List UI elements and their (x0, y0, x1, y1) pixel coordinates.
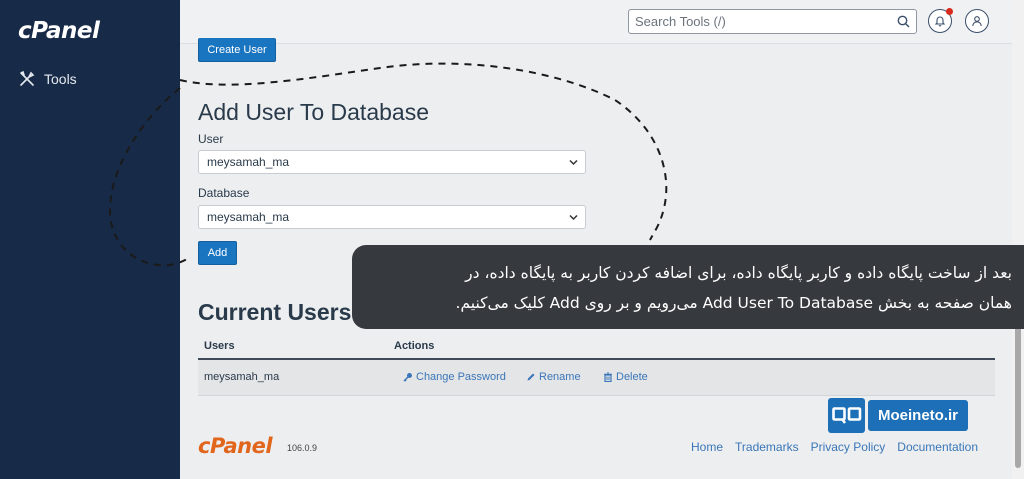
version-text: 106.0.9 (287, 443, 318, 453)
delete-label: Delete (616, 371, 648, 383)
database-label: Database (198, 186, 250, 200)
user-select-value: meysamah_ma (207, 155, 290, 169)
moeineto-watermark: Moeineto.ir (828, 398, 969, 433)
database-select-value: meysamah_ma (207, 210, 290, 224)
notification-dot (946, 8, 953, 15)
footer-cpanel-logo: cPanel (198, 434, 273, 458)
pencil-icon (527, 373, 535, 381)
bell-icon (934, 16, 946, 27)
user-cell: meysamah_ma (204, 371, 280, 383)
tools-icon (20, 70, 35, 86)
search-input[interactable] (629, 10, 879, 33)
add-button[interactable]: Add (198, 241, 237, 265)
change-password-link[interactable]: Change Password (403, 371, 506, 383)
caption-line-2: همان صفحه به بخش Add User To Database می… (455, 294, 1012, 312)
chevron-down-icon (569, 159, 578, 166)
key-icon (403, 373, 412, 382)
user-select[interactable]: meysamah_ma (198, 150, 586, 174)
user-menu-button[interactable] (965, 9, 989, 33)
rename-link[interactable]: Rename (526, 371, 581, 383)
user-label: User (198, 132, 224, 146)
chevron-down-icon (569, 214, 578, 221)
notifications-button[interactable] (928, 8, 953, 33)
footer-link-privacy-policy[interactable]: Privacy Policy (811, 440, 886, 454)
column-header-actions: Actions (394, 340, 435, 352)
create-user-button[interactable]: Create User (198, 38, 276, 62)
users-table: Users Actions meysamah_ma Change Passwor… (198, 336, 995, 396)
column-header-users: Users (204, 340, 235, 352)
rename-label: Rename (539, 371, 581, 383)
user-icon (972, 16, 982, 27)
search-box[interactable] (628, 9, 917, 34)
sidebar: cPanel Tools (0, 0, 180, 479)
table-row: meysamah_ma Change Password Rename Delet… (198, 360, 995, 396)
footer-link-home[interactable]: Home (691, 440, 723, 454)
delete-link[interactable]: Delete (603, 371, 648, 383)
tutorial-caption: بعد از ساخت پایگاه داده و کاربر پایگاه د… (352, 245, 1024, 329)
current-users-heading: Current Users (198, 299, 352, 325)
footer-link-documentation[interactable]: Documentation (897, 440, 978, 454)
cpanel-logo[interactable]: cPanel (18, 18, 100, 44)
add-user-to-database-heading: Add User To Database (198, 99, 429, 125)
scrollbar-thumb[interactable] (1015, 318, 1021, 468)
table-header: Users Actions (198, 336, 995, 360)
top-bar (180, 0, 1012, 44)
change-password-label: Change Password (416, 371, 506, 383)
scrollbar[interactable] (1012, 0, 1024, 479)
sidebar-item-tools[interactable]: Tools (18, 70, 77, 88)
footer-links: Home Trademarks Privacy Policy Documenta… (691, 440, 978, 454)
moeineto-logo-icon (828, 398, 865, 433)
footer-link-trademarks[interactable]: Trademarks (735, 440, 799, 454)
search-icon[interactable] (897, 15, 910, 28)
database-select[interactable]: meysamah_ma (198, 205, 586, 229)
caption-line-1: بعد از ساخت پایگاه داده و کاربر پایگاه د… (465, 264, 1012, 282)
sidebar-item-label: Tools (44, 71, 77, 87)
moeineto-text: Moeineto.ir (868, 400, 969, 431)
trash-icon (604, 372, 612, 382)
